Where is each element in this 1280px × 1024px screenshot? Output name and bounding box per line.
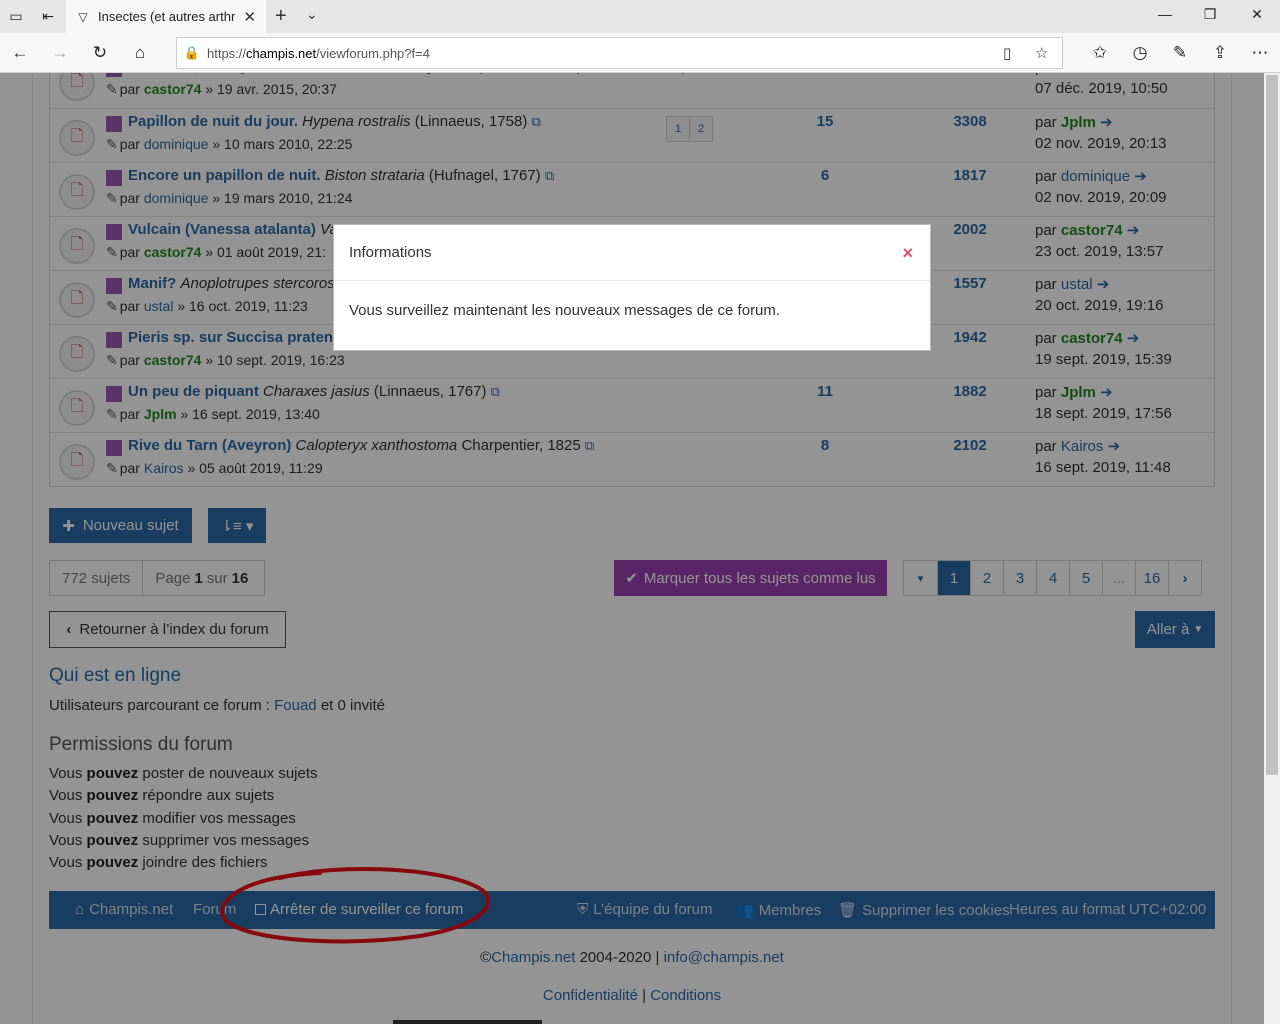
restore-icon[interactable]: ❐ xyxy=(1200,6,1220,23)
scrollbar-thumb[interactable] xyxy=(1266,75,1278,775)
home-icon[interactable]: ⌂ xyxy=(128,41,152,65)
modal-title: Informations xyxy=(334,225,930,281)
forward-icon[interactable]: → xyxy=(48,41,72,65)
set-aside-tabs-icon[interactable]: ⇤ xyxy=(38,6,58,26)
reading-view-icon[interactable]: ▯ xyxy=(1003,44,1011,62)
back-icon[interactable]: ← xyxy=(8,41,32,65)
chevron-down-icon[interactable]: ⌄ xyxy=(306,6,318,23)
modal-message: Vous surveillez maintenant les nouveaux … xyxy=(349,302,781,319)
browser-tab-bar: ▭ ⇤ ▽ Insectes (et autres arthr ✕ + ⌄ — … xyxy=(0,0,1280,33)
modal-backdrop[interactable] xyxy=(0,73,1264,1024)
tab-favicon-icon: ▽ xyxy=(78,9,88,24)
favorites-icon[interactable]: ✩ xyxy=(1088,41,1112,65)
page-viewport: 🗋Pour info, au sujet de Arum maculatum P… xyxy=(0,73,1264,1024)
new-tab-icon[interactable]: + xyxy=(275,5,287,28)
more-icon[interactable]: ⋯ xyxy=(1248,41,1272,65)
address-bar: ← → ↻ ⌂ 🔒 https://champis.net/viewforum.… xyxy=(0,33,1280,73)
refresh-icon[interactable]: ↻ xyxy=(88,41,112,65)
history-icon[interactable]: ◷ xyxy=(1128,41,1152,65)
tab-title: Insectes (et autres arthr xyxy=(98,9,236,24)
url-field[interactable]: 🔒 https://champis.net/viewforum.php?f=4 … xyxy=(176,37,1063,69)
url-text: https://champis.net/viewforum.php?f=4 xyxy=(207,45,430,61)
tab-close-icon[interactable]: ✕ xyxy=(243,8,256,26)
tab-actions-icon[interactable]: ▭ xyxy=(6,6,26,26)
pen-icon[interactable]: ✎ xyxy=(1168,41,1192,65)
window-close-icon[interactable]: ✕ xyxy=(1247,6,1267,23)
information-modal: Informations × Vous surveillez maintenan… xyxy=(333,224,931,351)
lock-icon: 🔒 xyxy=(183,45,201,60)
share-icon[interactable]: ⇪ xyxy=(1208,41,1232,65)
browser-tab-active[interactable]: ▽ Insectes (et autres arthr ✕ xyxy=(66,0,266,33)
modal-close-icon[interactable]: × xyxy=(902,243,913,264)
favorite-star-icon[interactable]: ☆ xyxy=(1035,44,1048,62)
minimize-icon[interactable]: — xyxy=(1155,6,1175,22)
